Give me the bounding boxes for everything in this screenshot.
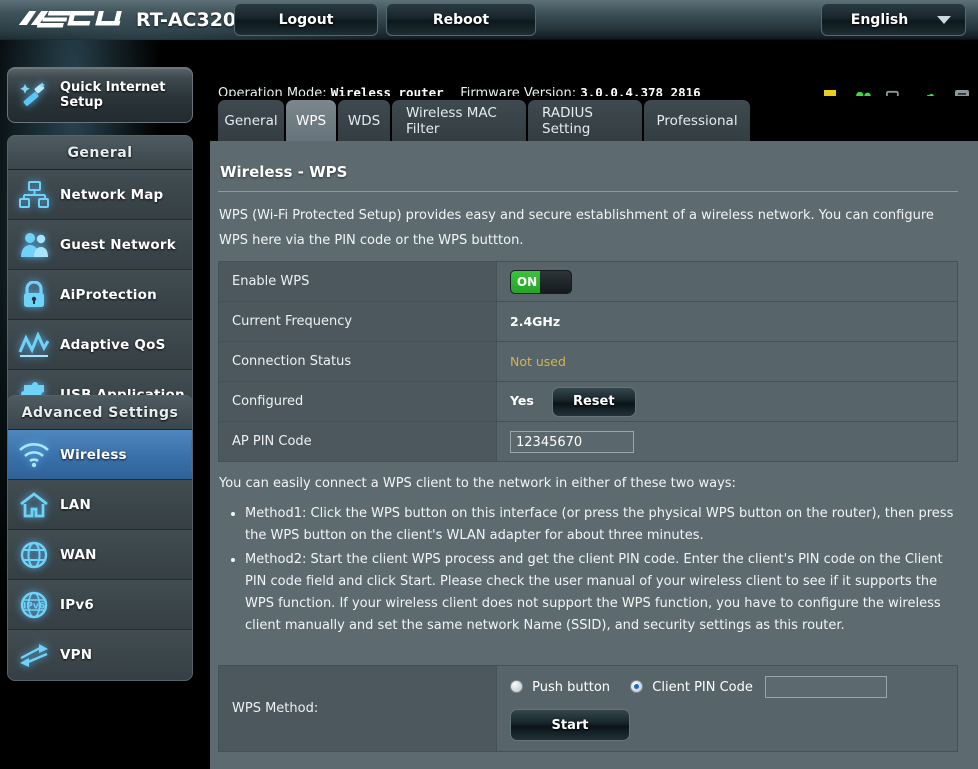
tab-radius-setting[interactable]: RADIUS Setting: [528, 100, 642, 141]
current-frequency-value: 2.4GHz: [510, 313, 561, 329]
vpn-arrows-icon: [8, 642, 60, 668]
table-row-ap-pin-code: AP PIN Code 12345670: [218, 421, 958, 462]
table-row-current-frequency: Current Frequency 2.4GHz: [218, 301, 958, 342]
table-row-enable-wps: Enable WPS ON: [218, 261, 958, 302]
start-button-wrap: Start: [510, 709, 944, 741]
howto-item-method1: Method1: Click the WPS button on this in…: [245, 503, 959, 547]
sidebar-group-advanced-header: Advanced Settings: [8, 396, 192, 430]
asus-logo: [16, 8, 127, 30]
reset-button[interactable]: Reset: [551, 386, 636, 417]
toggle-knob: [540, 270, 571, 293]
table-row-wps-method: WPS Method: Push button Client PIN Code …: [218, 665, 958, 752]
sidebar-item-label: Adaptive QoS: [60, 336, 166, 353]
language-selector[interactable]: English: [821, 3, 966, 36]
quick-setup-label: Quick Internet Setup: [60, 80, 170, 110]
sidebar-item-label: Guest Network: [60, 236, 176, 253]
ap-pin-code-label: AP PIN Code: [218, 421, 497, 462]
chevron-down-icon: [937, 15, 951, 24]
qos-chart-icon: [8, 331, 60, 358]
connection-status-value-cell: Not used: [496, 341, 958, 382]
tab-general[interactable]: General: [218, 100, 284, 141]
sidebar-group-general-header: General: [8, 136, 192, 170]
logout-button[interactable]: Logout: [234, 3, 378, 36]
radio-client-pin-code-label[interactable]: Client PIN Code: [652, 680, 753, 695]
sidebar-item-label: IPv6: [60, 596, 94, 613]
connection-status-label: Connection Status: [218, 341, 497, 382]
table-row-connection-status: Connection Status Not used: [218, 341, 958, 382]
sidebar-item-label: LAN: [60, 496, 91, 513]
sidebar-item-adaptive-qos[interactable]: Adaptive QoS: [8, 320, 192, 370]
page-description: WPS (Wi-Fi Protected Setup) provides eas…: [219, 208, 934, 248]
language-label: English: [850, 11, 909, 28]
svg-text:IPv6: IPv6: [23, 601, 45, 611]
howto-list: Method1: Click the WPS button on this in…: [245, 503, 959, 637]
connection-status-value: Not used: [510, 353, 566, 369]
sidebar-item-label: AiProtection: [60, 286, 157, 303]
sidebar-item-network-map[interactable]: Network Map: [8, 170, 192, 220]
toggle-on-label: ON: [511, 270, 543, 293]
sidebar-item-lan[interactable]: LAN: [8, 480, 192, 530]
router-admin-page: RT-AC3200 Logout Reboot English Operatio…: [0, 0, 978, 769]
howto-lead: You can easily connect a WPS client to t…: [219, 476, 736, 491]
current-frequency-label: Current Frequency: [218, 301, 497, 342]
enable-wps-label: Enable WPS: [218, 261, 497, 302]
asus-wordmark-icon: [18, 11, 122, 28]
sidebar-item-ipv6[interactable]: IPv6 IPv6: [8, 580, 192, 630]
wifi-icon: [8, 442, 60, 468]
sidebar-item-label: Wireless: [60, 446, 127, 463]
tab-wireless-mac-filter[interactable]: Wireless MAC Filter: [392, 100, 526, 141]
lock-icon: [8, 280, 60, 309]
guest-network-icon: [8, 231, 60, 259]
page-title: Wireless - WPS: [220, 163, 348, 181]
wps-method-label: WPS Method:: [218, 665, 497, 752]
ipv6-globe-icon: IPv6: [8, 591, 60, 619]
router-model: RT-AC3200: [136, 9, 250, 31]
radio-push-button-label[interactable]: Push button: [532, 680, 610, 695]
sidebar-item-label: Network Map: [60, 186, 164, 203]
configured-label: Configured: [218, 381, 497, 422]
title-divider: [218, 191, 958, 192]
radio-push-button[interactable]: [510, 679, 523, 693]
sidebar-item-vpn[interactable]: VPN: [8, 630, 192, 680]
top-bar: RT-AC3200 Logout Reboot English: [0, 0, 978, 40]
sidebar-item-quick-internet-setup[interactable]: Quick Internet Setup: [7, 67, 193, 123]
home-icon: [8, 491, 60, 518]
sidebar-item-wan[interactable]: WAN: [8, 530, 192, 580]
tab-wps[interactable]: WPS: [286, 100, 336, 141]
current-frequency-value-cell: 2.4GHz: [496, 301, 958, 342]
radio-client-pin-code[interactable]: [630, 679, 644, 693]
tab-bar: General WPS WDS Wireless MAC Filter RADI…: [210, 96, 978, 141]
ap-pin-code-input[interactable]: 12345670: [510, 430, 634, 453]
howto-item-method2: Method2: Start the client WPS process an…: [245, 549, 959, 637]
wps-method-value-cell: Push button Client PIN Code Start: [496, 665, 958, 752]
configured-value-cell: Yes Reset: [496, 381, 958, 422]
howto-block: You can easily connect a WPS client to t…: [219, 473, 959, 639]
sidebar-item-aiprotection[interactable]: AiProtection: [8, 270, 192, 320]
wps-method-table: WPS Method: Push button Client PIN Code …: [218, 665, 958, 752]
ap-pin-code-value-cell: 12345670: [496, 421, 958, 462]
quick-setup-label-line2: Setup: [60, 95, 103, 110]
start-button[interactable]: Start: [510, 709, 630, 741]
magic-wand-icon: [8, 80, 60, 110]
network-map-icon: [8, 180, 60, 209]
sidebar-item-label: WAN: [60, 546, 97, 563]
enable-wps-value-cell: ON: [496, 261, 958, 302]
globe-icon: [8, 541, 60, 569]
client-pin-code-input[interactable]: [765, 676, 888, 698]
tab-professional[interactable]: Professional: [644, 100, 750, 141]
wps-settings-table: Enable WPS ON Current Frequency 2.4GHz C…: [218, 261, 958, 462]
sidebar-item-wireless[interactable]: Wireless: [8, 430, 192, 480]
sidebar-item-label: VPN: [60, 647, 93, 663]
table-row-configured: Configured Yes Reset: [218, 381, 958, 422]
quick-setup-label-line1: Quick Internet: [60, 80, 166, 95]
sidebar-item-guest-network[interactable]: Guest Network: [8, 220, 192, 270]
tab-wds[interactable]: WDS: [338, 100, 390, 141]
content-panel: Wireless - WPS WPS (Wi-Fi Protected Setu…: [210, 141, 978, 769]
reboot-button[interactable]: Reboot: [386, 3, 536, 36]
enable-wps-toggle[interactable]: ON: [510, 269, 572, 294]
configured-value: Yes: [510, 393, 534, 408]
sidebar-group-advanced: Advanced Settings Wireless LAN WAN IPv6 …: [7, 395, 193, 681]
sidebar: Quick Internet Setup General Network Map: [0, 40, 210, 769]
